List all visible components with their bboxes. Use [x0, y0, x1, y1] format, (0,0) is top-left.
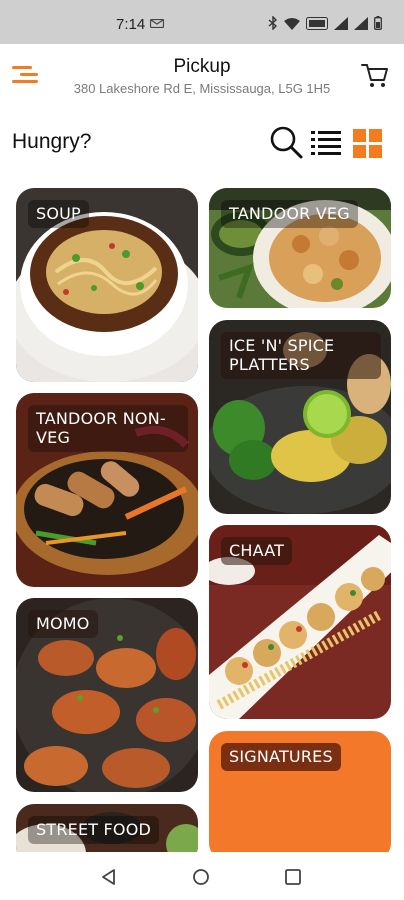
cart-icon[interactable]: [360, 60, 390, 90]
message-icon: [150, 19, 164, 28]
volte-icon: [306, 16, 328, 30]
recents-icon[interactable]: [282, 866, 304, 888]
signal-icon: [334, 16, 348, 30]
category-tile-signatures[interactable]: SIGNATURES: [209, 731, 391, 861]
category-label: CHAAT: [221, 537, 293, 565]
category-label: STREET FOOD: [28, 816, 160, 844]
category-label: TANDOOR NON-VEG: [28, 405, 188, 452]
system-nav-bar: [0, 852, 404, 900]
signal-icon: [354, 16, 368, 30]
category-tile-soup[interactable]: SOUP: [16, 188, 198, 382]
category-tile-tandoor-non-veg[interactable]: TANDOOR NON-VEG: [16, 393, 198, 587]
status-time: 7:14: [116, 16, 146, 33]
app-header: Pickup 380 Lakeshore Rd E, Mississauga, …: [0, 44, 404, 112]
category-tile-momo[interactable]: MOMO: [16, 598, 198, 792]
store-address[interactable]: 380 Lakeshore Rd E, Mississauga, L5G 1H5: [0, 81, 404, 96]
back-icon[interactable]: [98, 866, 120, 888]
order-type-title[interactable]: Pickup: [0, 56, 404, 78]
status-bar: 7:14: [0, 0, 404, 44]
home-icon[interactable]: [190, 866, 212, 888]
category-label: ICE 'N' SPICE PLATTERS: [221, 332, 381, 379]
category-label: SIGNATURES: [221, 743, 341, 771]
battery-icon: [374, 16, 382, 30]
greeting-text: Hungry?: [12, 130, 92, 153]
list-view-icon[interactable]: [308, 124, 344, 160]
category-label: TANDOOR VEG: [221, 200, 358, 228]
grid-view-icon[interactable]: [350, 124, 386, 160]
category-label: SOUP: [28, 200, 89, 228]
category-tile-chaat[interactable]: CHAAT: [209, 525, 391, 719]
status-icons: [268, 16, 382, 30]
category-tile-tandoor-veg[interactable]: TANDOOR VEG: [209, 188, 391, 308]
wifi-icon: [284, 17, 300, 30]
bluetooth-icon: [268, 16, 278, 30]
category-tile-ice-n-spice-platters[interactable]: ICE 'N' SPICE PLATTERS: [209, 320, 391, 514]
search-icon[interactable]: [268, 124, 304, 160]
category-label: MOMO: [28, 610, 98, 638]
